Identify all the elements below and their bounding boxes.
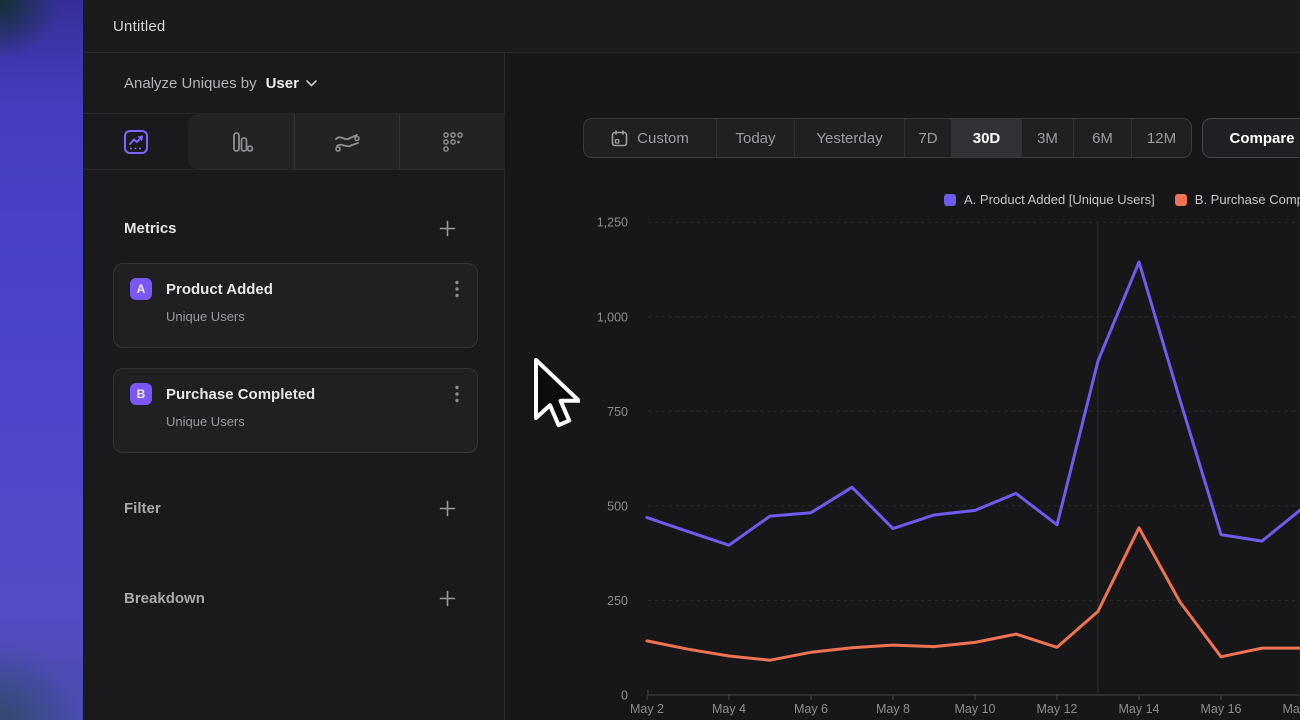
- titlebar: Untitled: [83, 0, 1300, 53]
- chevron-down-icon: [306, 80, 317, 87]
- breakdown-section: Breakdown: [83, 583, 504, 613]
- x-tick-label: May 16: [1201, 702, 1242, 716]
- metric-badge: A: [130, 278, 152, 300]
- bar-chart-icon: [228, 129, 254, 155]
- plus-icon: [439, 500, 456, 517]
- metric-name: Product Added: [166, 281, 453, 298]
- tab-line-chart[interactable]: [83, 114, 188, 170]
- x-tick-label: May 8: [876, 702, 910, 716]
- flow-icon: [333, 129, 361, 155]
- background-gradient-strip: [0, 0, 83, 720]
- metric-badge: B: [130, 383, 152, 405]
- breakdown-title: Breakdown: [124, 590, 205, 607]
- add-metric-button[interactable]: [439, 220, 456, 237]
- add-breakdown-button[interactable]: [439, 590, 456, 607]
- add-filter-button[interactable]: [439, 500, 456, 517]
- line-chart-icon: [123, 129, 149, 155]
- chart-type-tabgroup: [188, 114, 505, 169]
- x-tick-label: May 4: [712, 702, 746, 716]
- measurement-value: User: [266, 75, 299, 92]
- mouse-cursor: [530, 358, 580, 436]
- chart-type-tabstrip: [83, 114, 504, 170]
- metric-options-button[interactable]: [453, 383, 461, 405]
- series-line[interactable]: [647, 262, 1300, 545]
- document-title: Untitled: [113, 18, 165, 35]
- x-tick-label: May 18: [1283, 702, 1300, 716]
- y-tick-label: 0: [621, 689, 628, 703]
- chart-panel: CustomTodayYesterday7D30D3M6M12M Compare…: [505, 53, 1300, 720]
- metric-card-purchase-completed[interactable]: B Purchase Completed Unique Users: [113, 368, 478, 453]
- tab-flow[interactable]: [294, 114, 400, 170]
- filter-section: Filter: [83, 493, 504, 523]
- y-tick-label: 500: [607, 499, 628, 513]
- series-line[interactable]: [647, 528, 1300, 660]
- metric-options-button[interactable]: [453, 278, 461, 300]
- y-tick-label: 750: [607, 405, 628, 419]
- data-grid-icon: [439, 129, 465, 155]
- x-tick-label: May 2: [630, 702, 664, 716]
- tab-bar-chart[interactable]: [188, 114, 294, 170]
- analyze-row: Analyze Uniques by User: [83, 53, 504, 114]
- x-tick-label: May 6: [794, 702, 828, 716]
- plus-icon: [439, 220, 456, 237]
- y-tick-label: 1,000: [597, 310, 628, 324]
- filter-title: Filter: [124, 500, 161, 517]
- query-sidebar: Analyze Uniques by User: [83, 53, 505, 720]
- kebab-icon: [455, 385, 459, 403]
- x-tick-label: May 14: [1119, 702, 1160, 716]
- metric-card-product-added[interactable]: A Product Added Unique Users: [113, 263, 478, 348]
- y-tick-label: 1,250: [597, 216, 628, 230]
- kebab-icon: [455, 280, 459, 298]
- metrics-header: Metrics: [83, 213, 504, 243]
- tab-data-grid[interactable]: [399, 114, 505, 170]
- x-tick-label: May 12: [1037, 702, 1078, 716]
- metric-measure: Unique Users: [166, 414, 461, 429]
- analyze-label: Analyze Uniques by: [124, 75, 257, 92]
- x-tick-label: May 10: [955, 702, 996, 716]
- chart-canvas[interactable]: 0 250 500 750 1,000 1,250 May 2 May 4 May 6 May 8…: [505, 53, 1300, 720]
- app-window: Untitled Analyze Uniques by User: [83, 0, 1300, 720]
- metrics-title: Metrics: [124, 220, 177, 237]
- y-tick-label: 250: [607, 594, 628, 608]
- metric-measure: Unique Users: [166, 309, 461, 324]
- measurement-dropdown[interactable]: User: [266, 75, 317, 92]
- plus-icon: [439, 590, 456, 607]
- analytics-app: Untitled Analyze Uniques by User: [0, 0, 1300, 720]
- metric-name: Purchase Completed: [166, 386, 453, 403]
